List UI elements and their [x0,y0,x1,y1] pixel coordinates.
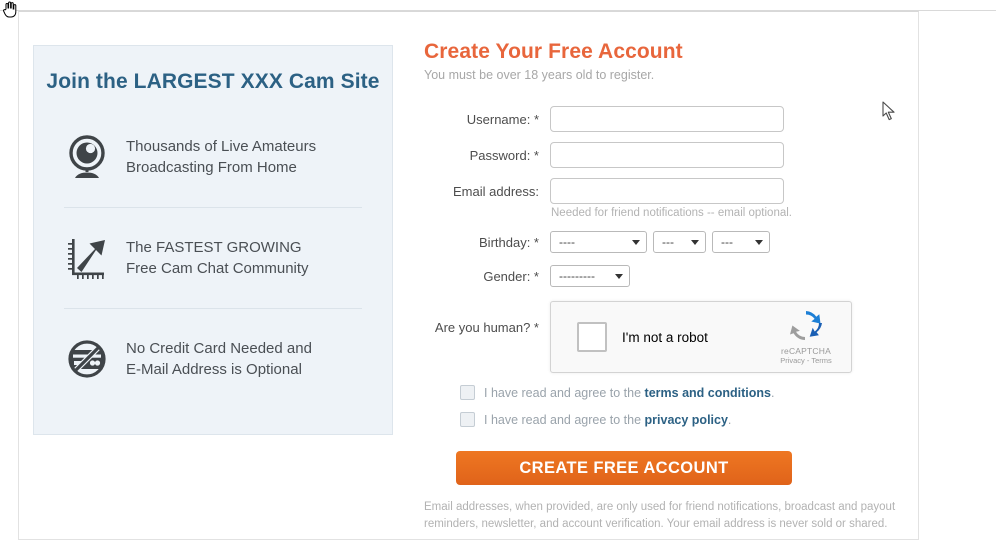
growth-chart-icon [56,235,118,281]
email-label: Email address: [453,183,539,199]
gender-row: Gender: * --------- [424,265,894,287]
email-hint: Needed for friend notifications -- email… [551,207,792,219]
promo-feature-3-line1: No Credit Card Needed and [126,340,312,357]
username-label: Username: * [466,111,539,127]
birthday-year-wrap: --- [712,231,770,253]
promo-feature-1: Thousands of Live Amateurs Broadcasting … [34,116,392,198]
captcha-row: Are you human? * I'm not a robot reCAPTC… [424,301,894,373]
registration-form: Create Your Free Account You must be ove… [424,40,895,533]
terms-text: I have read and agree to the terms and c… [484,386,774,400]
promo-divider-2 [64,308,362,309]
birthday-day-select[interactable]: --- [653,231,706,253]
gender-label: Gender: * [483,268,539,284]
recaptcha-logo-icon [790,310,822,340]
birthday-month-select[interactable]: ---- [550,231,647,253]
webcam-icon [56,134,118,180]
promo-feature-3: No Credit Card Needed and E-Mail Address… [34,318,392,400]
privacy-link[interactable]: privacy policy [645,413,728,427]
promo-feature-1-line2: Broadcasting From Home [126,159,297,176]
promo-title: Join the LARGEST XXX Cam Site [46,70,380,93]
terms-checkbox[interactable] [460,385,475,400]
create-free-account-button[interactable]: CREATE FREE ACCOUNT [456,451,792,485]
privacy-text: I have read and agree to the privacy pol… [484,413,731,427]
username-row: Username: * [424,106,894,132]
recaptcha-brand: reCAPTCHA Privacy - Terms [767,310,851,365]
recaptcha-legal[interactable]: Privacy - Terms [767,356,845,365]
captcha-label: Are you human? * [434,320,539,335]
email-row: Email address: [424,178,894,204]
username-input[interactable] [550,106,784,132]
gender-select-wrap: --------- [550,265,630,287]
privacy-checkbox[interactable] [460,412,475,427]
gender-select[interactable]: --------- [550,265,630,287]
promo-feature-3-line2: E-Mail Address is Optional [126,361,302,378]
terms-row: I have read and agree to the terms and c… [460,385,894,400]
age-disclaimer: You must be over 18 years old to registe… [424,68,655,82]
privacy-suffix: . [727,412,732,427]
promo-panel: Join the LARGEST XXX Cam Site Thousands … [33,45,393,435]
email-privacy-footer: Email addresses, when provided, are only… [424,501,896,530]
birthday-label: Birthday: * [479,234,539,250]
privacy-row: I have read and agree to the privacy pol… [460,412,894,427]
promo-feature-2: The FASTEST GROWING Free Cam Chat Commun… [34,217,392,299]
no-credit-card-icon [56,336,118,382]
grab-hand-cursor [2,1,17,18]
promo-feature-1-text: Thousands of Live Amateurs Broadcasting … [118,136,316,178]
terms-link[interactable]: terms and conditions [645,386,771,400]
privacy-prefix: I have read and agree to the [484,412,645,427]
password-input[interactable] [550,142,784,168]
promo-feature-2-line1: The FASTEST GROWING [126,239,302,256]
terms-suffix: . [770,385,775,400]
recaptcha-widget[interactable]: I'm not a robot reCAPTCHA Privacy - Term… [550,301,852,373]
registration-page: Join the LARGEST XXX Cam Site Thousands … [0,0,996,547]
password-label: Password: * [469,147,539,163]
promo-feature-1-line1: Thousands of Live Amateurs [126,138,317,155]
promo-divider-1 [64,207,362,208]
birthday-row: Birthday: * ---- --- --- [424,231,894,253]
birthday-day-wrap: --- [653,231,706,253]
birthday-year-select[interactable]: --- [712,231,770,253]
terms-prefix: I have read and agree to the [484,385,645,400]
promo-feature-3-text: No Credit Card Needed and E-Mail Address… [118,338,312,380]
recaptcha-text: I'm not a robot [622,329,708,345]
email-input[interactable] [550,178,784,204]
birthday-month-wrap: ---- [550,231,647,253]
recaptcha-brand-name: reCAPTCHA [781,345,831,356]
promo-feature-2-text: The FASTEST GROWING Free Cam Chat Commun… [118,237,309,279]
recaptcha-checkbox[interactable] [577,322,607,352]
password-row: Password: * [424,142,894,168]
page-title: Create Your Free Account [424,40,683,63]
promo-feature-2-line2: Free Cam Chat Community [126,260,309,277]
